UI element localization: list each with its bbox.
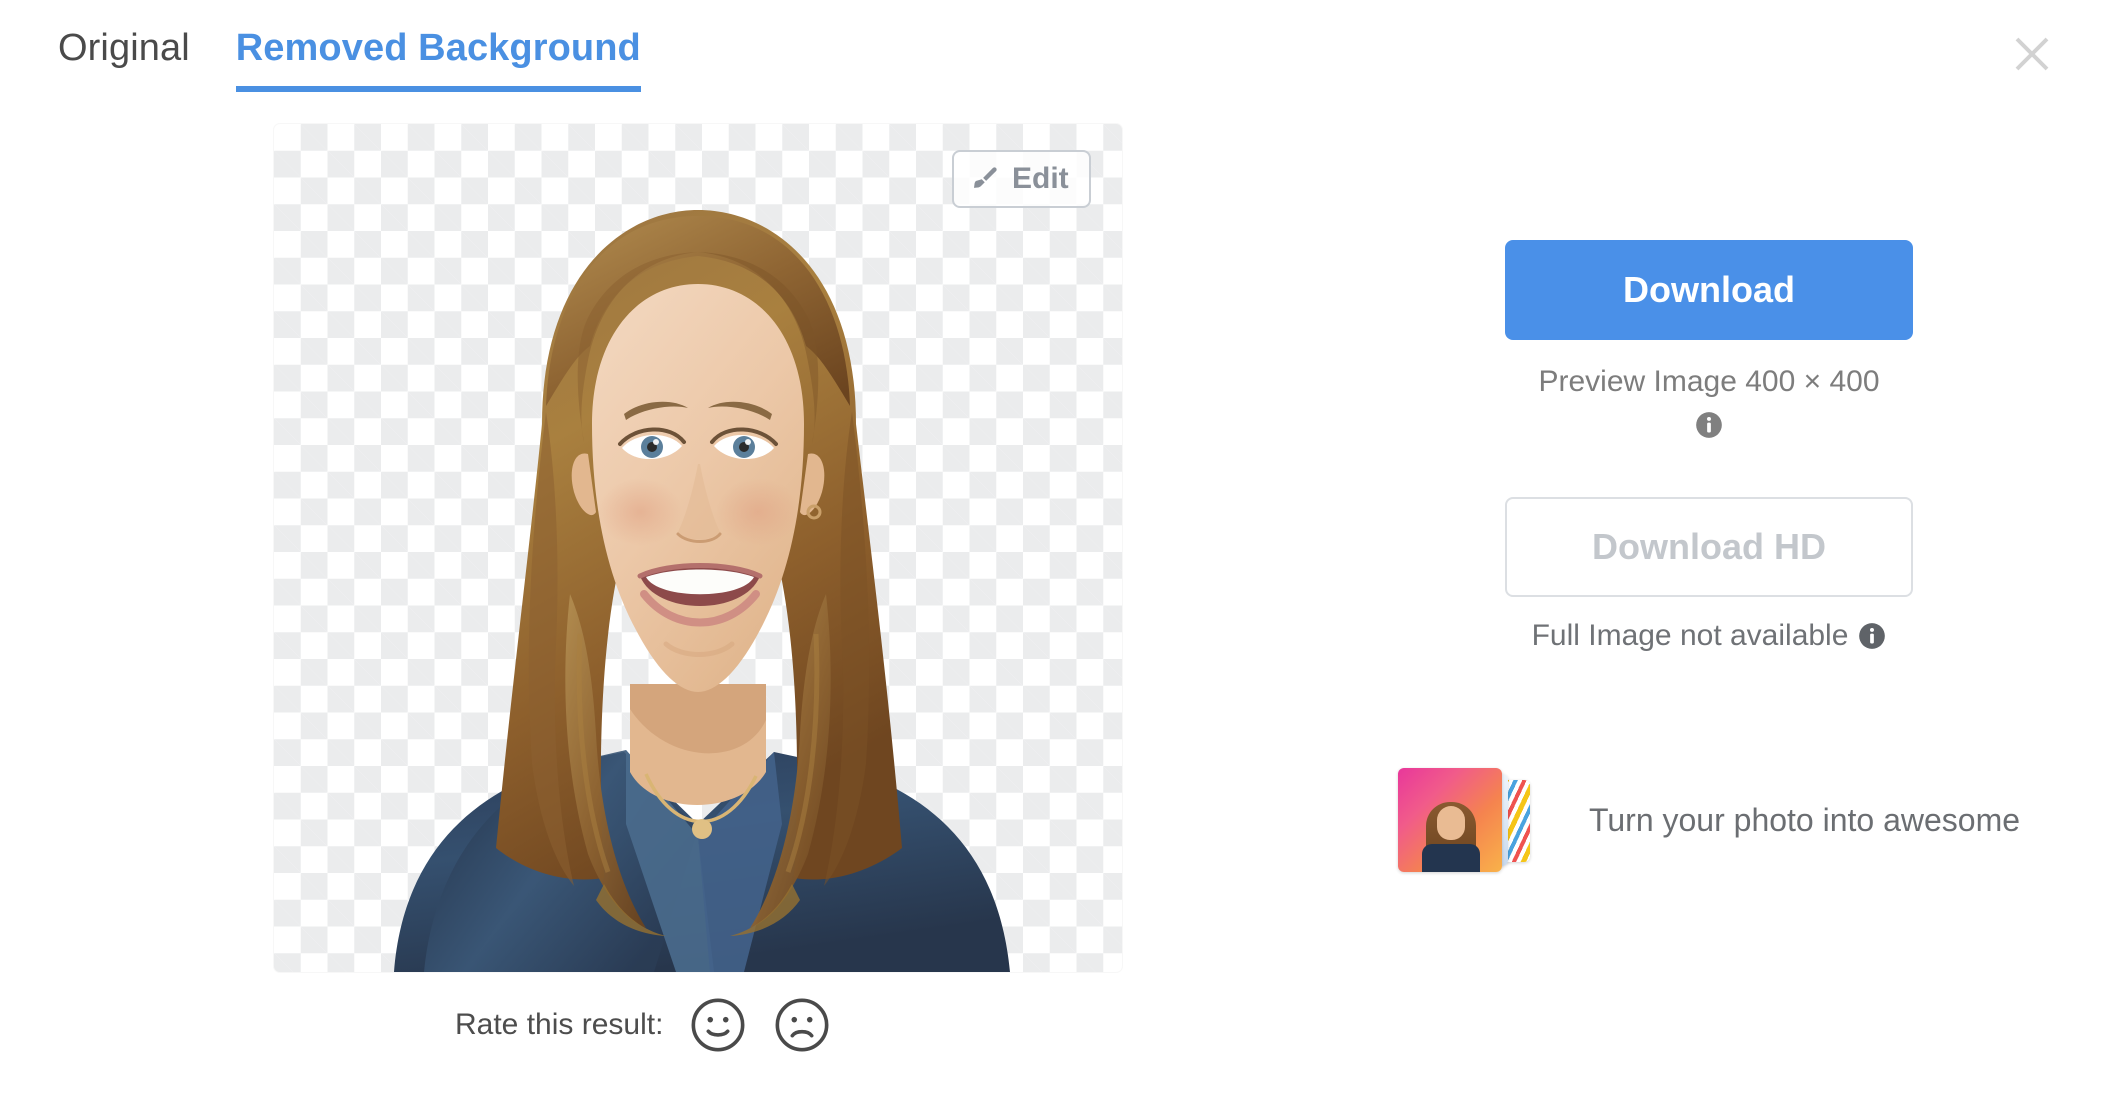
result-tabs: Original Removed Background <box>58 26 641 92</box>
edit-button[interactable]: Edit <box>952 150 1091 208</box>
info-icon[interactable] <box>1695 411 1723 439</box>
portrait-image <box>274 124 1122 972</box>
download-panel: Download Preview Image 400 × 400 Downloa… <box>1505 240 1913 653</box>
hd-availability-caption: Full Image not available <box>1505 619 1913 653</box>
tab-removed-background[interactable]: Removed Background <box>236 26 641 92</box>
promo-banner[interactable]: Turn your photo into awesome <box>1398 768 2020 872</box>
smiley-face-icon[interactable] <box>689 996 747 1054</box>
paintbrush-icon <box>970 164 1000 194</box>
tab-original[interactable]: Original <box>58 26 190 92</box>
photo-stack-icon <box>1398 768 1553 872</box>
download-hd-button[interactable]: Download HD <box>1505 497 1913 597</box>
promo-thumbnail-front <box>1398 768 1502 872</box>
rating-label: Rate this result: <box>455 1008 663 1042</box>
edit-button-label: Edit <box>1012 164 1069 194</box>
preview-info-row <box>1505 411 1913 439</box>
download-hd-button-label: Download HD <box>1592 526 1826 568</box>
promo-thumbnail-front-subject <box>1420 794 1482 872</box>
result-image-preview <box>274 124 1122 972</box>
preview-size-caption: Preview Image 400 × 400 <box>1505 362 1913 401</box>
background-removal-result-dialog: Original Removed Background <box>0 0 2128 1104</box>
promo-text: Turn your photo into awesome <box>1589 802 2020 839</box>
hd-availability-text: Full Image not available <box>1532 619 1849 653</box>
frowning-face-icon[interactable] <box>773 996 831 1054</box>
info-icon[interactable] <box>1858 622 1886 650</box>
download-button[interactable]: Download <box>1505 240 1913 340</box>
rating-row: Rate this result: <box>455 996 831 1054</box>
download-button-label: Download <box>1623 269 1795 311</box>
close-icon[interactable] <box>2008 30 2056 78</box>
